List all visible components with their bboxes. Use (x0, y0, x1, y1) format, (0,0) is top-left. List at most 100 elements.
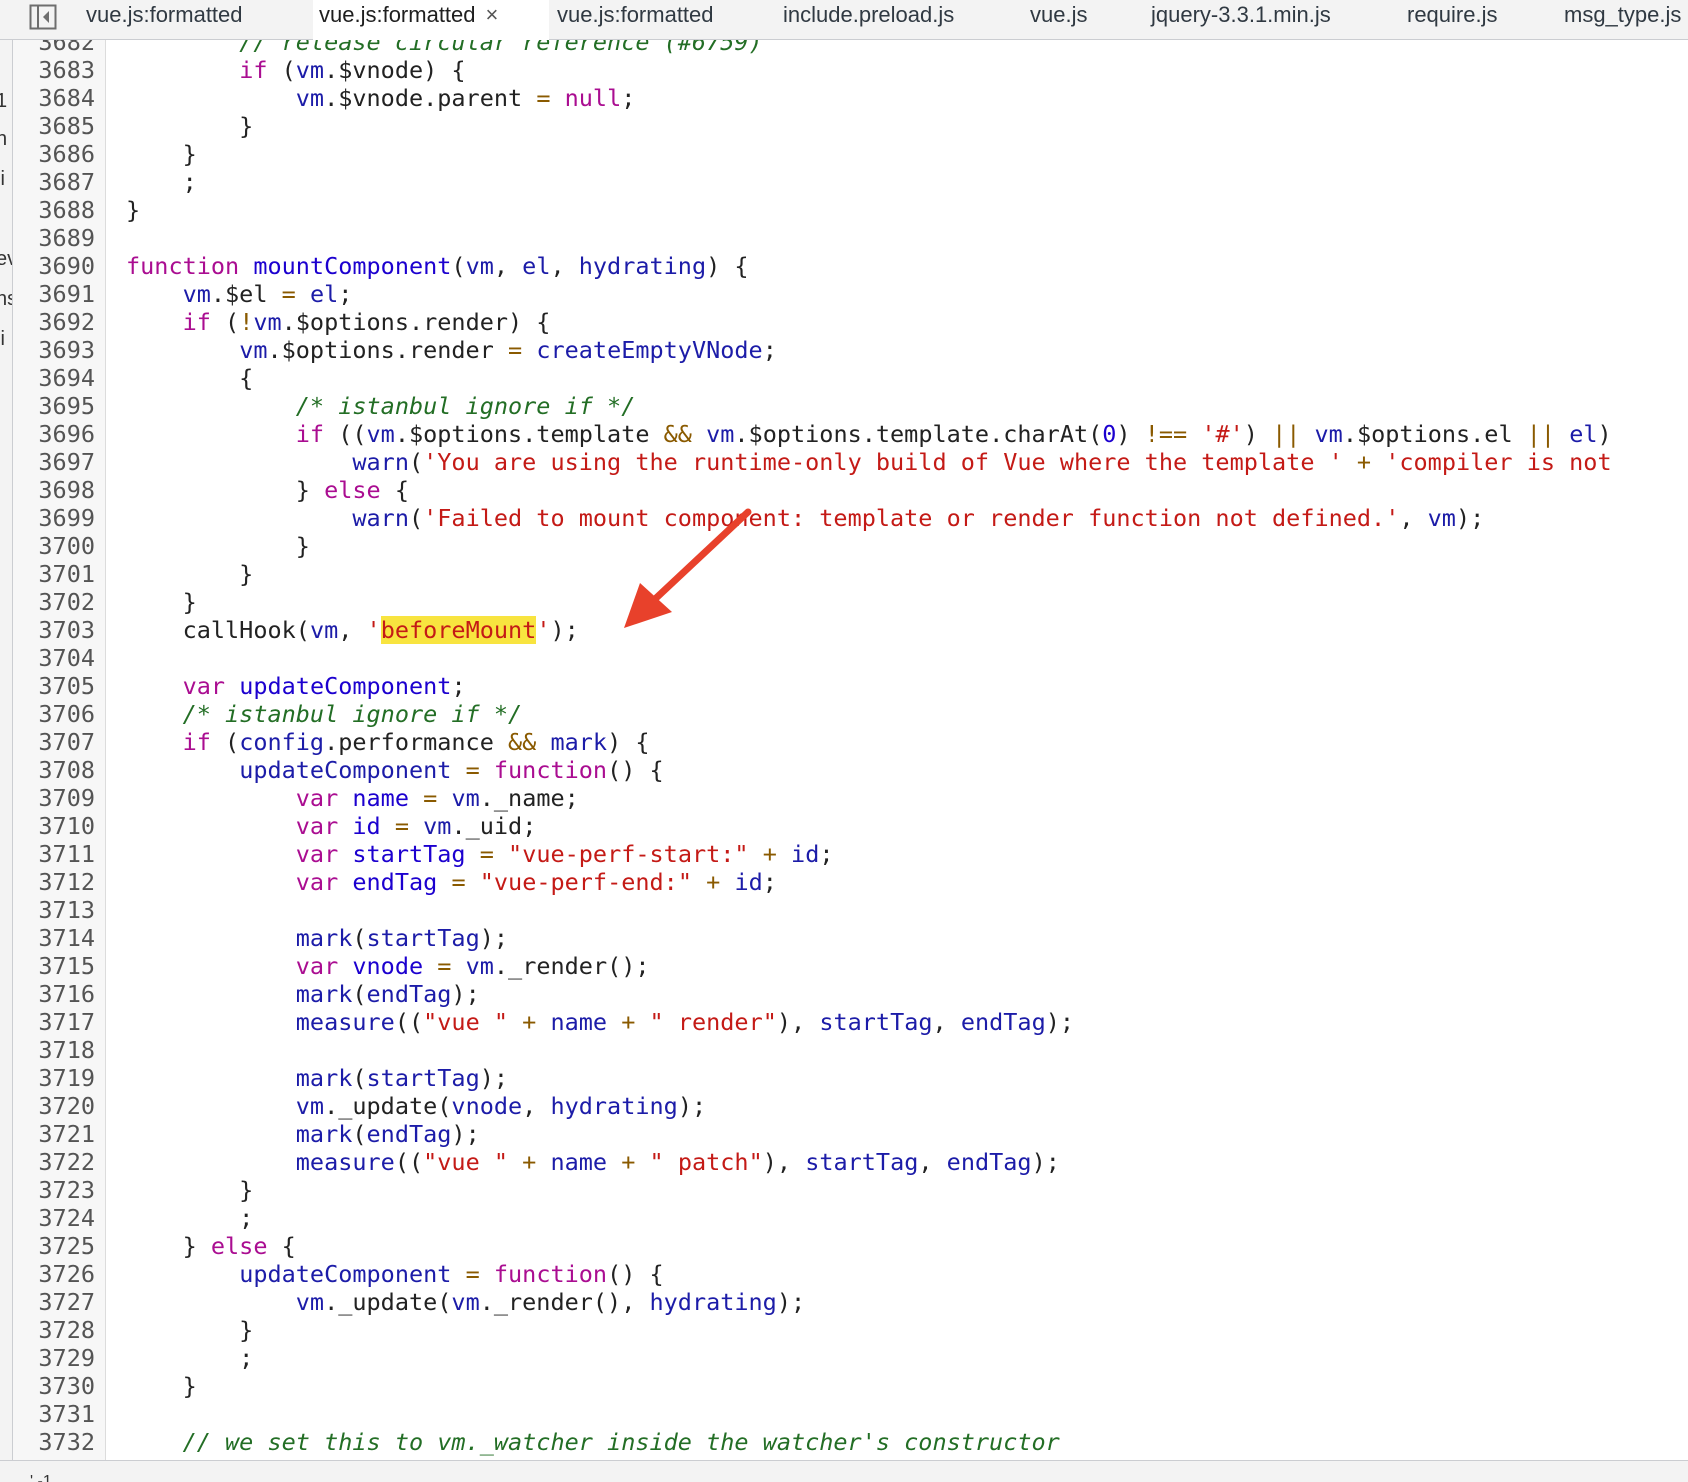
line-number[interactable]: 3728 (13, 1316, 95, 1344)
line-number[interactable]: 3692 (13, 308, 95, 336)
code-line[interactable]: 3728 } (13, 1316, 1688, 1344)
code-line[interactable]: 3730 } (13, 1372, 1688, 1400)
code-line[interactable]: 3718 (13, 1036, 1688, 1064)
navigator-item-fragment[interactable]: h (0, 128, 7, 151)
line-number[interactable]: 3686 (13, 140, 95, 168)
tab-1[interactable]: vue.js:formatted (80, 0, 310, 40)
code-line[interactable]: 3711 var startTag = "vue-perf-start:" + … (13, 840, 1688, 868)
navigator-item-fragment[interactable]: ev (0, 248, 12, 271)
line-number[interactable]: 3687 (13, 168, 95, 196)
navigator-item-fragment[interactable]: 1 (0, 90, 7, 113)
code-line[interactable]: 3701 } (13, 560, 1688, 588)
code-line[interactable]: 3710 var id = vm._uid; (13, 812, 1688, 840)
code-line[interactable]: 3729 ; (13, 1344, 1688, 1372)
code-line[interactable]: 3712 var endTag = "vue-perf-end:" + id; (13, 868, 1688, 896)
line-number[interactable]: 3696 (13, 420, 95, 448)
code-line[interactable]: 3688} (13, 196, 1688, 224)
toggle-navigator-button[interactable] (28, 2, 58, 32)
line-number[interactable]: 3705 (13, 672, 95, 700)
code-line[interactable]: 3690 function mountComponent(vm, el, hydr… (13, 252, 1688, 280)
code-line[interactable]: 3698 } else { (13, 476, 1688, 504)
code-editor[interactable]: 3682 // release circular reference (#675… (13, 40, 1688, 1460)
line-number[interactable]: 3721 (13, 1120, 95, 1148)
tab-3[interactable]: vue.js:formatted (551, 0, 773, 40)
line-number[interactable]: 3685 (13, 112, 95, 140)
tab-6[interactable]: jquery-3.3.1.min.js (1145, 0, 1397, 40)
close-tab-icon[interactable]: × (486, 0, 499, 29)
code-line[interactable]: 3722 measure(("vue " + name + " patch"),… (13, 1148, 1688, 1176)
code-line[interactable]: 3705 var updateComponent; (13, 672, 1688, 700)
line-number[interactable]: 3727 (13, 1288, 95, 1316)
line-number[interactable]: 3722 (13, 1148, 95, 1176)
line-number[interactable]: 3698 (13, 476, 95, 504)
code-line[interactable]: 3720 vm._update(vnode, hydrating); (13, 1092, 1688, 1120)
code-line[interactable]: 3692 if (!vm.$options.render) { (13, 308, 1688, 336)
line-number[interactable]: 3683 (13, 56, 95, 84)
code-line[interactable]: 3714 mark(startTag); (13, 924, 1688, 952)
navigator-pane-collapsed[interactable]: 1 h ii Iev ns li (0, 40, 13, 1460)
code-line[interactable]: 3716 mark(endTag); (13, 980, 1688, 1008)
code-line[interactable]: 3682 // release circular reference (#675… (13, 40, 1688, 56)
code-line[interactable]: 3721 mark(endTag); (13, 1120, 1688, 1148)
line-number[interactable]: 3711 (13, 840, 95, 868)
line-number[interactable]: 3697 (13, 448, 95, 476)
code-line[interactable]: 3702 } (13, 588, 1688, 616)
line-number[interactable]: 3703 (13, 616, 95, 644)
code-line[interactable]: 3726 updateComponent = function() { (13, 1260, 1688, 1288)
code-line[interactable]: 3684 vm.$vnode.parent = null; (13, 84, 1688, 112)
line-number[interactable]: 3693 (13, 336, 95, 364)
line-number[interactable]: 3700 (13, 532, 95, 560)
code-line[interactable]: 3715 var vnode = vm._render(); (13, 952, 1688, 980)
code-line[interactable]: 3723 } (13, 1176, 1688, 1204)
tab-7[interactable]: require.js (1401, 0, 1556, 40)
line-number[interactable]: 3729 (13, 1344, 95, 1372)
code-line[interactable]: 3703 callHook(vm, 'beforeMount'); (13, 616, 1688, 644)
line-number[interactable]: 3710 (13, 812, 95, 840)
line-number[interactable]: 3726 (13, 1260, 95, 1288)
line-number[interactable]: 3702 (13, 588, 95, 616)
navigator-item-fragment[interactable]: li (0, 328, 5, 351)
code-line[interactable]: 3732 // we set this to vm._watcher insid… (13, 1428, 1688, 1456)
line-number[interactable]: 3714 (13, 924, 95, 952)
line-number[interactable]: 3731 (13, 1400, 95, 1428)
code-line[interactable]: 3708 updateComponent = function() { (13, 756, 1688, 784)
line-number[interactable]: 3688 (13, 196, 95, 224)
line-number[interactable]: 3684 (13, 84, 95, 112)
code-line[interactable]: 3706 /* istanbul ignore if */ (13, 700, 1688, 728)
code-line[interactable]: 3707 if (config.performance && mark) { (13, 728, 1688, 756)
code-line[interactable]: 3709 var name = vm._name; (13, 784, 1688, 812)
line-number[interactable]: 3713 (13, 896, 95, 924)
line-number[interactable]: 3723 (13, 1176, 95, 1204)
line-number[interactable]: 3691 (13, 280, 95, 308)
line-number[interactable]: 3695 (13, 392, 95, 420)
code-line[interactable]: 3717 measure(("vue " + name + " render")… (13, 1008, 1688, 1036)
line-number[interactable]: 3706 (13, 700, 95, 728)
tab-5[interactable]: vue.js (1024, 0, 1142, 40)
code-line[interactable]: 3699 warn('Failed to mount component: te… (13, 504, 1688, 532)
line-number[interactable]: 3704 (13, 644, 95, 672)
tab-4[interactable]: include.preload.js (777, 0, 1017, 40)
line-number[interactable]: 3708 (13, 756, 95, 784)
line-number[interactable]: 3690 (13, 252, 95, 280)
line-number[interactable]: 3709 (13, 784, 95, 812)
code-line[interactable]: 3685 } (13, 112, 1688, 140)
tab-8[interactable]: msg_type.js (1558, 0, 1688, 40)
code-line[interactable]: 3724 ; (13, 1204, 1688, 1232)
code-line[interactable]: 3694 { (13, 364, 1688, 392)
line-number[interactable]: 3717 (13, 1008, 95, 1036)
code-line[interactable]: 3683 if (vm.$vnode) { (13, 56, 1688, 84)
line-number[interactable]: 3701 (13, 560, 95, 588)
line-number[interactable]: 3724 (13, 1204, 95, 1232)
code-line[interactable]: 3725 } else { (13, 1232, 1688, 1260)
code-line[interactable]: 3693 vm.$options.render = createEmptyVNo… (13, 336, 1688, 364)
code-line[interactable]: 3687 ; (13, 168, 1688, 196)
line-number[interactable]: 3716 (13, 980, 95, 1008)
navigator-item-fragment[interactable]: I (0, 208, 2, 231)
code-line[interactable]: 3704 (13, 644, 1688, 672)
code-line[interactable]: 3686 } (13, 140, 1688, 168)
navigator-item-fragment[interactable]: ns (0, 288, 12, 311)
tab-2[interactable]: vue.js:formatted × (313, 0, 549, 41)
line-number[interactable]: 3725 (13, 1232, 95, 1260)
line-number[interactable]: 3719 (13, 1064, 95, 1092)
line-number[interactable]: 3682 (13, 40, 95, 56)
